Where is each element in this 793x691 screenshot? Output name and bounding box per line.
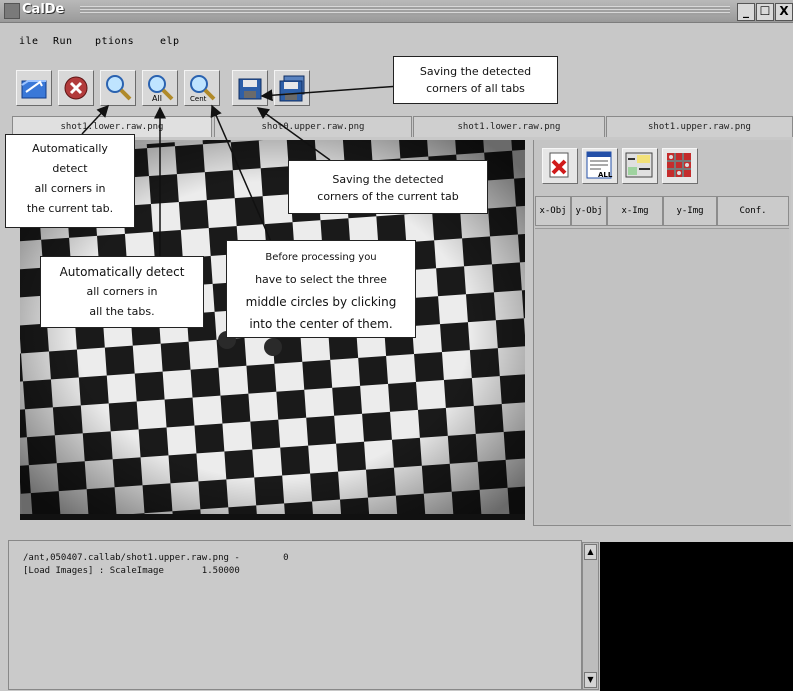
callout-text: Saving the detected: [332, 173, 444, 186]
close-button[interactable]: X: [775, 3, 793, 21]
menu-help[interactable]: elp: [160, 36, 180, 47]
floppy-save-icon: [238, 78, 262, 100]
column-conf[interactable]: Conf.: [717, 196, 789, 226]
select-center-button[interactable]: Cent: [184, 70, 220, 106]
log-line: [Load Images] : ScaleImage 1.50000: [23, 566, 240, 576]
stop-button[interactable]: [58, 70, 94, 106]
all-points-button[interactable]: ALL: [582, 148, 618, 184]
callout-text: all corners in: [34, 182, 106, 195]
preview-panel: [600, 542, 793, 691]
column-y-obj[interactable]: y-Obj: [571, 196, 607, 226]
point-list-icon: [625, 152, 653, 178]
callout-save-all: Saving the detected corners of all tabs: [393, 56, 558, 104]
point-list-button[interactable]: [622, 148, 658, 184]
title-bar: CalDe _ ☐ X: [0, 0, 793, 23]
callout-text: detect: [52, 162, 88, 175]
log-line: /ant,050407.callab/shot1.upper.raw.png -…: [23, 553, 289, 563]
callout-text: Saving the detected: [419, 65, 532, 78]
save-all-button[interactable]: [274, 70, 310, 106]
tab-shot0-upper[interactable]: shot0.upper.raw.png: [214, 116, 412, 137]
window-title: CalDe: [22, 2, 65, 17]
callout-text: corners of all tabs: [426, 82, 525, 95]
delete-icon: [549, 152, 569, 178]
menu-file[interactable]: ile: [19, 36, 39, 47]
open-folder-button[interactable]: [16, 70, 52, 106]
callout-text: have to select the three: [255, 273, 387, 286]
svg-text:Cent: Cent: [190, 95, 207, 103]
callout-text: middle circles by clicking: [245, 295, 397, 309]
detect-all-button[interactable]: All: [142, 70, 178, 106]
floppy-save-all-icon: [279, 75, 305, 102]
scroll-down-arrow-icon[interactable]: ▼: [584, 672, 597, 688]
folder-open-icon: [21, 80, 47, 99]
svg-text:ALL: ALL: [598, 171, 613, 179]
points-table-header: x-Obj y-Obj x-Img y-Img Conf.: [535, 196, 790, 226]
callout-detect-current: Automatically detect all corners in the …: [5, 134, 135, 228]
magnifier-center-icon: Cent: [190, 75, 216, 103]
scroll-up-arrow-icon[interactable]: ▲: [584, 544, 597, 560]
callout-save-current: Saving the detected corners of the curre…: [288, 160, 488, 214]
menu-run[interactable]: Run: [53, 36, 73, 47]
menu-bar: ile Run ptions elp: [0, 34, 793, 54]
magnifier-all-icon: All: [148, 75, 174, 103]
callout-text: into the center of them.: [249, 317, 393, 331]
callout-text: Before processing you: [265, 252, 377, 263]
minimize-button[interactable]: _: [737, 3, 755, 21]
callout-text: the current tab.: [26, 202, 114, 215]
callout-text: corners of the current tab: [317, 190, 459, 203]
points-table-body[interactable]: [535, 228, 789, 523]
column-x-obj[interactable]: x-Obj: [535, 196, 571, 226]
maximize-button[interactable]: ☐: [756, 3, 774, 21]
app-icon: [4, 3, 20, 19]
title-stripe: [80, 6, 730, 15]
callout-select-center: Before processing you have to select the…: [226, 240, 416, 338]
callout-text: all the tabs.: [89, 305, 155, 318]
tab-shot1-upper[interactable]: shot1.upper.raw.png: [606, 116, 793, 137]
mosaic-icon: [667, 153, 691, 177]
column-y-img[interactable]: y-Img: [663, 196, 717, 226]
magnifier-icon: [106, 75, 132, 101]
detect-current-button[interactable]: [100, 70, 136, 106]
save-current-button[interactable]: [232, 70, 268, 106]
callout-detect-all: Automatically detect all corners in all …: [40, 256, 204, 328]
callout-text: all corners in: [86, 285, 158, 298]
svg-text:All: All: [152, 94, 162, 103]
log-output[interactable]: /ant,050407.callab/shot1.upper.raw.png -…: [8, 540, 582, 690]
target-circle-2: [264, 338, 282, 356]
mosaic-button[interactable]: [662, 148, 698, 184]
tab-shot1-lower-2[interactable]: shot1.lower.raw.png: [413, 116, 605, 137]
callout-text: Automatically detect: [59, 265, 185, 279]
menu-options[interactable]: ptions: [95, 36, 134, 47]
stop-icon: [64, 76, 88, 100]
log-scrollbar[interactable]: [582, 542, 599, 690]
table-all-icon: ALL: [586, 151, 613, 179]
delete-points-button[interactable]: [542, 148, 578, 184]
column-x-img[interactable]: x-Img: [607, 196, 663, 226]
callout-text: Automatically: [32, 142, 108, 155]
